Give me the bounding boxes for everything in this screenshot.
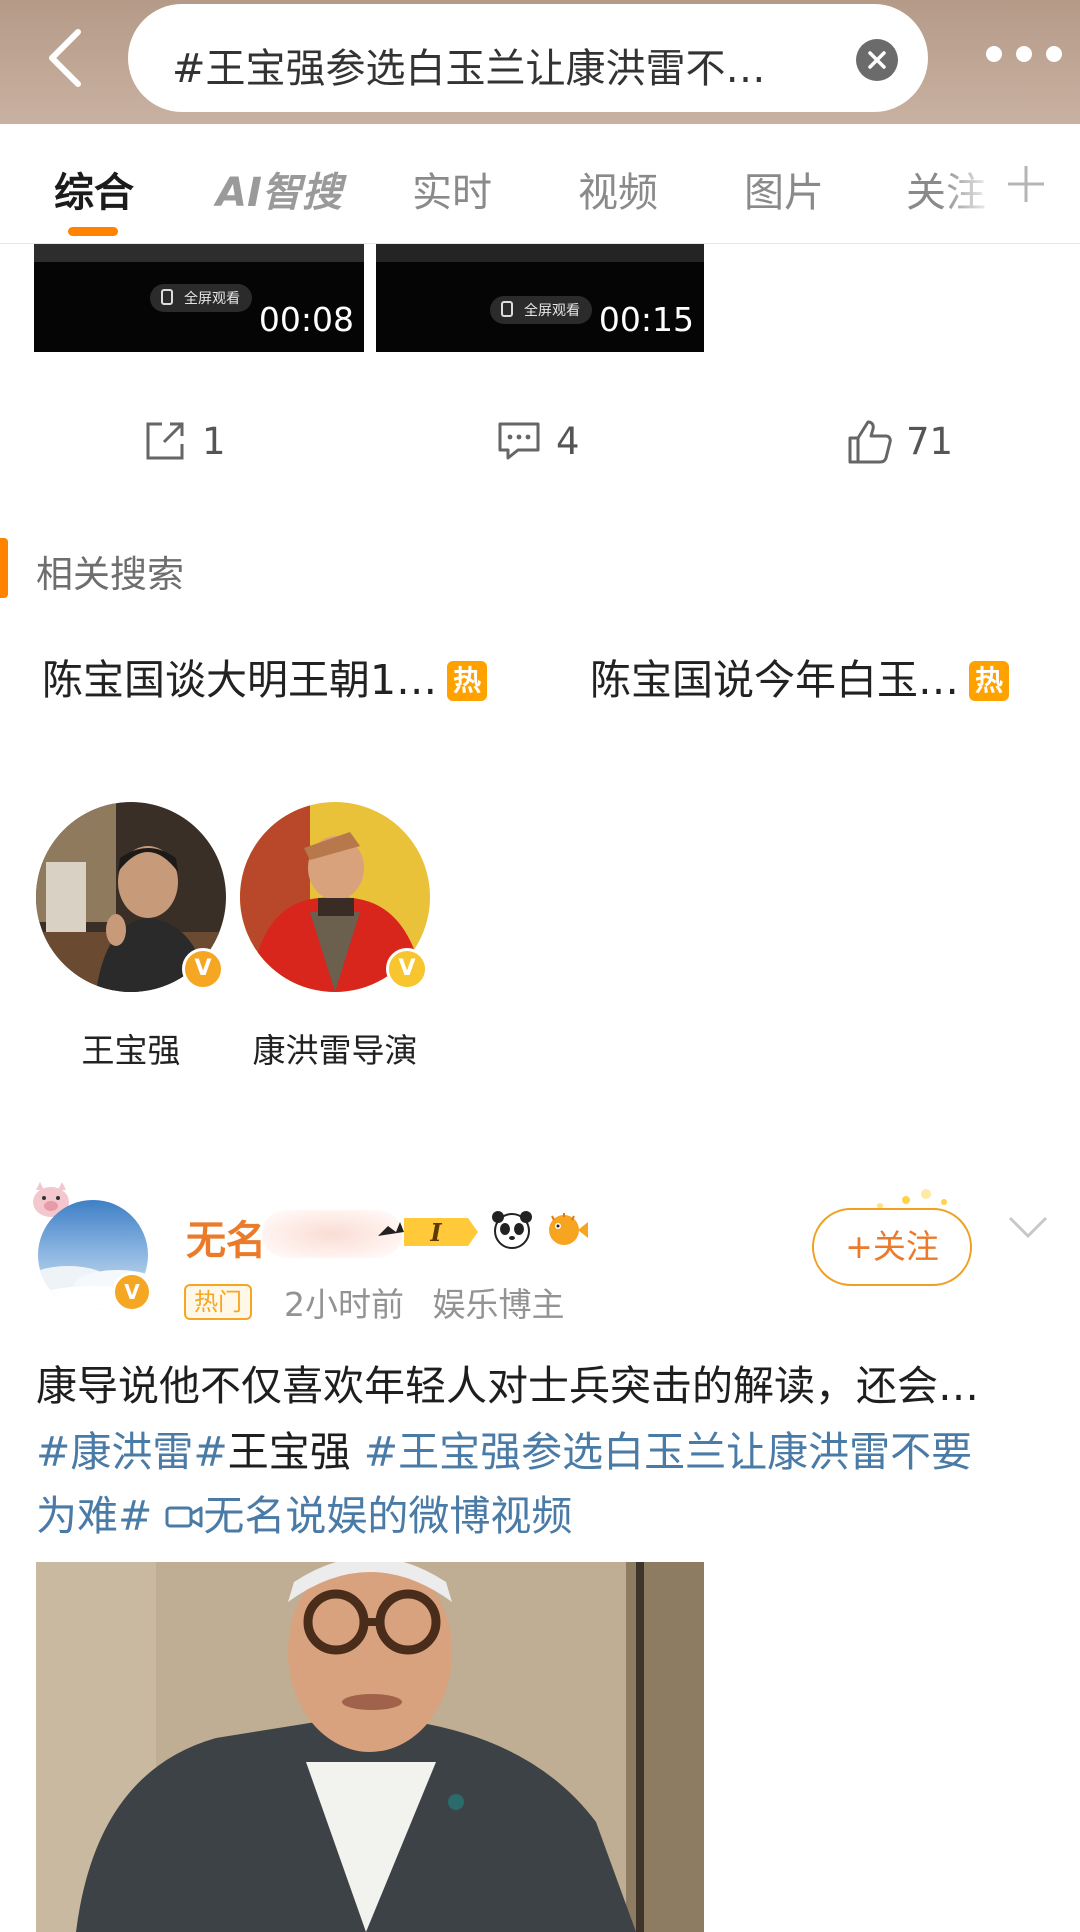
share-count: 1 <box>202 420 226 463</box>
related-search-text: 陈宝国说今年白玉… <box>590 656 959 704</box>
comment-icon <box>498 422 540 460</box>
clear-icon[interactable] <box>856 39 898 81</box>
more-icon[interactable] <box>982 46 1068 66</box>
account-name[interactable]: 王宝强 <box>36 1024 226 1072</box>
level-badge-icon: I <box>374 1214 482 1250</box>
plain-text: 王宝强 <box>227 1428 351 1476</box>
verified-badge: V <box>182 948 224 990</box>
verified-badge: V <box>386 948 428 990</box>
hot-badge: 热 <box>447 661 488 701</box>
post-topics-line: 为难# 无名说娱的微博视频 <box>36 1482 572 1542</box>
fullscreen-button[interactable]: 全屏观看 <box>490 296 592 324</box>
share-icon <box>146 422 184 460</box>
chevron-down-icon[interactable] <box>1006 1212 1050 1242</box>
share-button[interactable]: 1 <box>142 414 282 470</box>
search-query[interactable]: #王宝强参选白玉兰让康洪雷不… <box>172 36 832 94</box>
tab-ai-search[interactable]: AI智搜 <box>216 160 342 218</box>
video-link-text: 无名说娱的微博视频 <box>203 1492 573 1540</box>
add-tab-icon[interactable] <box>1004 162 1048 206</box>
topic-link[interactable]: 为难# <box>36 1492 152 1540</box>
tab-bar: 综合 AI智搜 实时 视频 图片 关注 <box>0 124 1080 244</box>
video-duration: 00:08 <box>258 300 354 339</box>
section-accent-bar <box>0 538 8 598</box>
thumbs-up-icon <box>848 420 892 464</box>
tab-fade <box>940 154 1010 214</box>
video-thumbnail[interactable]: 全屏观看 00:08 <box>34 244 364 352</box>
post-text: 康导说他不仅喜欢年轻人对士兵突击的解读，还会… <box>36 1362 979 1410</box>
video-link[interactable]: 无名说娱的微博视频 <box>165 1492 572 1540</box>
hot-tag: 热门 <box>184 1284 252 1320</box>
video-frame-strip <box>376 244 704 262</box>
related-search-item[interactable]: 陈宝国谈大明王朝1… 热 <box>42 646 488 706</box>
topic-link[interactable]: #康洪雷# <box>36 1428 228 1476</box>
panda-icon <box>490 1208 534 1252</box>
search-input[interactable]: #王宝强参选白玉兰让康洪雷不… <box>128 4 928 112</box>
pufferfish-icon <box>544 1208 588 1252</box>
post-time: 2小时前 <box>284 1285 404 1324</box>
top-bar: #王宝强参选白玉兰让康洪雷不… <box>0 0 1080 124</box>
comment-count: 4 <box>556 420 580 463</box>
level-badge-text: I <box>429 1218 442 1247</box>
post-topics-line: #康洪雷#王宝强 #王宝强参选白玉兰让康洪雷不要 <box>36 1418 972 1478</box>
topic-link[interactable]: #王宝强参选白玉兰让康洪雷不要 <box>364 1428 972 1476</box>
back-icon[interactable] <box>38 24 94 92</box>
author-role: 娱乐博主 <box>432 1285 565 1324</box>
tab-video[interactable]: 视频 <box>578 160 658 218</box>
comment-button[interactable]: 4 <box>496 414 636 470</box>
account-name[interactable]: 康洪雷导演 <box>240 1024 430 1072</box>
author-name[interactable]: 无名 <box>186 1208 266 1266</box>
post-meta: 2小时前 娱乐博主 <box>284 1278 565 1326</box>
author-verified-badge: V <box>112 1272 152 1312</box>
like-button[interactable]: 71 <box>846 414 986 470</box>
fullscreen-button[interactable]: 全屏观看 <box>150 284 252 312</box>
like-count: 71 <box>906 420 954 463</box>
video-duration: 00:15 <box>598 300 694 339</box>
fullscreen-label: 全屏观看 <box>184 291 240 307</box>
related-search-text: 陈宝国谈大明王朝1… <box>42 656 438 704</box>
post-video-image[interactable] <box>36 1562 704 1932</box>
related-search-title: 相关搜索 <box>36 553 184 596</box>
tab-realtime[interactable]: 实时 <box>412 160 492 218</box>
active-tab-indicator <box>68 227 118 236</box>
related-search-item[interactable]: 陈宝国说今年白玉… 热 <box>590 646 1009 706</box>
video-frame-strip <box>34 244 364 262</box>
video-thumbnail[interactable]: 全屏观看 00:15 <box>376 244 704 352</box>
tab-images[interactable]: 图片 <box>744 160 824 218</box>
tab-comprehensive[interactable]: 综合 <box>54 160 134 218</box>
hot-badge: 热 <box>969 661 1009 701</box>
follow-button[interactable]: +关注 <box>812 1208 972 1286</box>
video-camera-icon <box>165 1506 203 1528</box>
fullscreen-label: 全屏观看 <box>524 303 580 319</box>
